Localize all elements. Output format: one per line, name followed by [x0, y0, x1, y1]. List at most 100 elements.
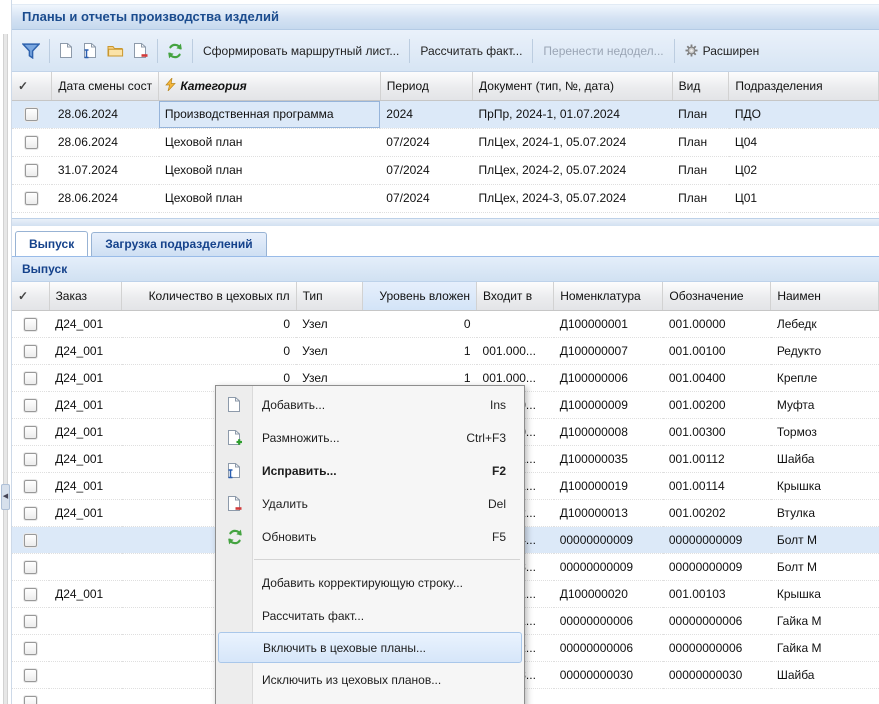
table-row[interactable]: 28.06.2024Цеховой план07/2024ПлЦех, 2024…: [12, 184, 879, 212]
cell-nomenclature[interactable]: Д100000009: [554, 391, 663, 418]
cell-nomenclature[interactable]: 00000000009: [554, 526, 663, 553]
cell-order[interactable]: [49, 634, 122, 661]
column-header-date[interactable]: Дата смены сост: [52, 72, 159, 100]
table-row[interactable]: 28.06.2024Цеховой план07/2024ПлЦех, 2024…: [12, 128, 879, 156]
cell-designation[interactable]: 001.00400: [663, 364, 771, 391]
form-route-sheet-button[interactable]: Сформировать маршрутный лист...: [198, 44, 404, 58]
column-header-type[interactable]: Тип: [296, 282, 362, 310]
cell-order[interactable]: [49, 526, 122, 553]
column-header-document[interactable]: Документ (тип, №, дата): [473, 72, 673, 100]
column-header-kind[interactable]: Вид: [672, 72, 729, 100]
menu-item[interactable]: Добавить...Ins: [216, 388, 524, 421]
cell-period[interactable]: 07/2024: [380, 156, 472, 184]
cell-nomenclature[interactable]: Д100000008: [554, 418, 663, 445]
filter-icon[interactable]: [22, 43, 40, 59]
column-header-name[interactable]: Наимен: [771, 282, 879, 310]
cell-division[interactable]: Ц01: [729, 184, 879, 212]
cell-order[interactable]: [49, 688, 122, 704]
table-row[interactable]: Д24_0010Узел1001.000...Д100000007001.001…: [12, 337, 879, 364]
cell-order[interactable]: Д24_001: [49, 337, 122, 364]
cell-name[interactable]: Крепле: [771, 364, 879, 391]
cell-designation[interactable]: 001.00200: [663, 391, 771, 418]
cell-kind[interactable]: План: [672, 128, 729, 156]
row-checkbox[interactable]: [24, 588, 37, 601]
cell-type[interactable]: Узел: [296, 337, 362, 364]
cell-nomenclature[interactable]: Д100000007: [554, 337, 663, 364]
cell-document[interactable]: ПлЦех, 2024-1, 05.07.2024: [473, 128, 673, 156]
column-header-designation[interactable]: Обозначение: [663, 282, 771, 310]
row-checkbox[interactable]: [25, 192, 38, 205]
cell-document[interactable]: ПрПр, 2024-1, 01.07.2024: [473, 100, 673, 128]
cell-name[interactable]: Крышка: [771, 580, 879, 607]
cell-nomenclature[interactable]: 00000000006: [554, 634, 663, 661]
cell-designation[interactable]: 00000000009: [663, 526, 771, 553]
cell-kind[interactable]: План: [672, 100, 729, 128]
extended-button[interactable]: Расширен: [680, 44, 765, 58]
cell-designation[interactable]: 00000000009: [663, 553, 771, 580]
cell-division[interactable]: Ц02: [729, 156, 879, 184]
cell-nomenclature[interactable]: Д100000006: [554, 364, 663, 391]
cell-order[interactable]: [49, 607, 122, 634]
cell-parent[interactable]: 001.000...: [477, 337, 554, 364]
cell-name[interactable]: Крышка: [771, 472, 879, 499]
cell-order[interactable]: [49, 661, 122, 688]
cell-order[interactable]: Д24_001: [49, 364, 122, 391]
cell-date[interactable]: 28.06.2024: [52, 184, 159, 212]
select-all-header[interactable]: ✓: [12, 72, 52, 100]
cell-name[interactable]: Муфта: [771, 391, 879, 418]
cell-name[interactable]: Гайка М: [771, 634, 879, 661]
cell-nomenclature[interactable]: Д100000035: [554, 445, 663, 472]
menu-item[interactable]: Рассчитать факт...: [216, 599, 524, 632]
cell-nomenclature[interactable]: 00000000009: [554, 553, 663, 580]
cell-qty-in-shop-plans[interactable]: 0: [122, 310, 296, 337]
menu-item[interactable]: Размножить...Ctrl+F3: [216, 421, 524, 454]
calculate-fact-button[interactable]: Рассчитать факт...: [415, 44, 527, 58]
row-checkbox[interactable]: [24, 669, 37, 682]
cell-name[interactable]: Втулка: [771, 499, 879, 526]
cell-division[interactable]: Ц04: [729, 128, 879, 156]
column-header-period[interactable]: Период: [380, 72, 472, 100]
delete-document-icon[interactable]: [133, 42, 148, 59]
menu-item[interactable]: Исправить...F2: [216, 454, 524, 487]
open-folder-icon[interactable]: [107, 44, 124, 58]
cell-category[interactable]: Цеховой план: [159, 156, 380, 184]
row-checkbox[interactable]: [24, 453, 37, 466]
column-header-order[interactable]: Заказ: [49, 282, 122, 310]
horizontal-splitter[interactable]: [12, 218, 879, 226]
cell-order[interactable]: Д24_001: [49, 391, 122, 418]
cell-order[interactable]: Д24_001: [49, 445, 122, 472]
cell-name[interactable]: Гайка М: [771, 607, 879, 634]
table-row[interactable]: 28.06.2024Производственная программа2024…: [12, 100, 879, 128]
cell-name[interactable]: Лебедк: [771, 310, 879, 337]
menu-item[interactable]: УдалитьDel: [216, 487, 524, 520]
cell-nomenclature[interactable]: 00000000030: [554, 661, 663, 688]
cell-nomenclature[interactable]: [554, 688, 663, 704]
cell-order[interactable]: Д24_001: [49, 472, 122, 499]
menu-item[interactable]: Добавить корректирующую строку...: [216, 566, 524, 599]
cell-designation[interactable]: 001.00114: [663, 472, 771, 499]
table-row[interactable]: Д24_0010Узел0Д100000001001.00000Лебедк: [12, 310, 879, 337]
row-checkbox[interactable]: [25, 164, 38, 177]
cell-category[interactable]: Производственная программа: [159, 100, 380, 128]
row-checkbox[interactable]: [24, 399, 37, 412]
row-checkbox[interactable]: [24, 318, 37, 331]
column-header-category[interactable]: Категория: [159, 72, 380, 100]
cell-designation[interactable]: 001.00300: [663, 418, 771, 445]
column-header-nomenclature[interactable]: Номенклатура: [554, 282, 663, 310]
cell-name[interactable]: Тормоз: [771, 418, 879, 445]
row-checkbox[interactable]: [24, 507, 37, 520]
cell-nesting-level[interactable]: 0: [362, 310, 476, 337]
cell-name[interactable]: Болт М: [771, 553, 879, 580]
cell-category[interactable]: Цеховой план: [159, 128, 380, 156]
row-checkbox[interactable]: [24, 534, 37, 547]
cell-nesting-level[interactable]: 1: [362, 337, 476, 364]
cell-qty-in-shop-plans[interactable]: 0: [122, 337, 296, 364]
edit-document-icon[interactable]: [83, 42, 98, 59]
row-checkbox[interactable]: [24, 480, 37, 493]
cell-document[interactable]: ПлЦех, 2024-3, 05.07.2024: [473, 184, 673, 212]
cell-designation[interactable]: 00000000006: [663, 607, 771, 634]
cell-nomenclature[interactable]: Д100000001: [554, 310, 663, 337]
cell-name[interactable]: Шайба: [771, 661, 879, 688]
cell-name[interactable]: Редукто: [771, 337, 879, 364]
cell-kind[interactable]: План: [672, 184, 729, 212]
